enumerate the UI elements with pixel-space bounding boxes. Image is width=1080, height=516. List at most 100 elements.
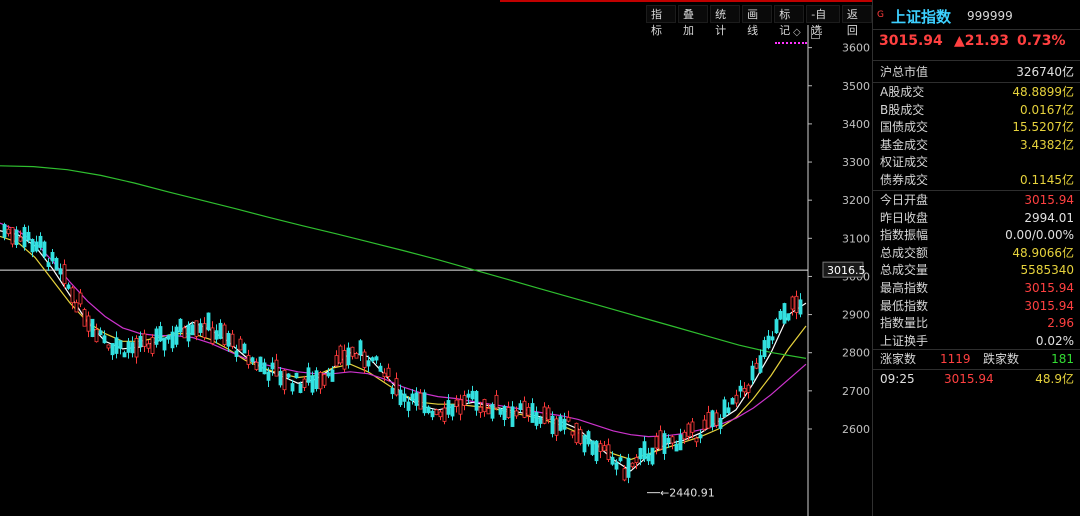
candle-body[interactable] — [290, 383, 295, 392]
candle-body[interactable] — [390, 388, 395, 395]
candle-body[interactable] — [710, 410, 715, 427]
candle-body[interactable] — [58, 268, 63, 275]
candle-body[interactable] — [206, 312, 211, 331]
candle-body[interactable] — [786, 313, 791, 321]
candle-body[interactable] — [450, 404, 455, 417]
candle-body[interactable] — [162, 337, 167, 351]
candle-body[interactable] — [218, 322, 223, 339]
candle-body[interactable] — [518, 403, 523, 410]
candle-body[interactable] — [466, 393, 471, 398]
candle-body[interactable] — [242, 343, 247, 354]
candle-body[interactable] — [410, 393, 415, 402]
candle-body[interactable] — [34, 241, 39, 252]
candle-body[interactable] — [698, 434, 703, 439]
candle-body[interactable] — [638, 448, 643, 460]
candle-body[interactable] — [214, 330, 219, 340]
candle-body[interactable] — [550, 415, 555, 435]
candle-body[interactable] — [606, 444, 611, 460]
candle-body[interactable] — [690, 421, 695, 433]
diamond-icon[interactable]: ◇ — [793, 27, 801, 38]
candle-body[interactable] — [190, 324, 195, 336]
candle-body[interactable] — [270, 362, 275, 370]
candle-body[interactable] — [430, 410, 435, 418]
candle-body[interactable] — [738, 385, 743, 392]
candle-body[interactable] — [478, 406, 483, 413]
candle-body[interactable] — [506, 407, 511, 418]
kline-chart[interactable]: 3600350034003300320031003000290028002700… — [0, 0, 872, 516]
candle-body[interactable] — [222, 324, 227, 345]
candle-body[interactable] — [54, 257, 59, 270]
candle-body[interactable] — [230, 333, 235, 347]
candle-body[interactable] — [322, 374, 327, 386]
candle-body[interactable] — [678, 434, 683, 451]
candle-body[interactable] — [70, 287, 75, 304]
candle-body[interactable] — [182, 327, 187, 339]
candle-body[interactable] — [554, 418, 559, 436]
candle-body[interactable] — [170, 331, 175, 349]
candle-body[interactable] — [658, 430, 663, 450]
candle-body[interactable] — [378, 365, 383, 372]
candle-body[interactable] — [362, 351, 367, 368]
candle-body[interactable] — [202, 323, 207, 338]
candle-body[interactable] — [562, 418, 567, 430]
candle-body[interactable] — [474, 391, 479, 411]
candle-body[interactable] — [74, 302, 79, 313]
candle-body[interactable] — [494, 394, 499, 409]
candle-body[interactable] — [294, 372, 299, 379]
candle-body[interactable] — [338, 345, 343, 364]
index-name[interactable]: 上证指数 — [891, 6, 951, 27]
candle-body[interactable] — [754, 362, 759, 369]
candle-body[interactable] — [578, 429, 583, 444]
overlay-button[interactable]: 叠加 — [678, 5, 709, 37]
candle-body[interactable] — [102, 335, 107, 344]
candle-body[interactable] — [670, 436, 675, 444]
candle-body[interactable] — [134, 338, 139, 358]
candle-body[interactable] — [714, 412, 719, 426]
candle-body[interactable] — [782, 303, 787, 324]
candle-body[interactable] — [14, 229, 19, 246]
candle-body[interactable] — [274, 359, 279, 377]
candle-body[interactable] — [342, 350, 347, 370]
candle-body[interactable] — [570, 431, 575, 436]
candle-body[interactable] — [454, 399, 459, 407]
candle-body[interactable] — [90, 318, 95, 338]
statistics-button[interactable]: 统计 — [710, 5, 741, 37]
candle-body[interactable] — [574, 422, 579, 444]
candle-body[interactable] — [582, 435, 587, 453]
candle-body[interactable] — [426, 406, 431, 414]
candle-body[interactable] — [118, 340, 123, 349]
candle-body[interactable] — [258, 356, 263, 372]
candle-body[interactable] — [770, 336, 775, 341]
candle-body[interactable] — [534, 412, 539, 426]
candle-body[interactable] — [558, 416, 563, 431]
candle-body[interactable] — [438, 411, 443, 418]
candle-body[interactable] — [514, 410, 519, 417]
candle-body[interactable] — [382, 372, 387, 378]
candle-body[interactable] — [654, 436, 659, 449]
candle-body[interactable] — [282, 369, 287, 391]
candle-body[interactable] — [22, 226, 27, 248]
candle-body[interactable] — [726, 407, 731, 414]
candle-body[interactable] — [262, 362, 267, 375]
candle-body[interactable] — [610, 456, 615, 465]
candle-body[interactable] — [46, 262, 51, 267]
candle-body[interactable] — [158, 326, 163, 342]
candle-body[interactable] — [186, 324, 191, 342]
candle-body[interactable] — [166, 335, 171, 340]
candle-body[interactable] — [6, 228, 11, 235]
candle-body[interactable] — [78, 292, 83, 305]
candle-body[interactable] — [446, 400, 451, 415]
candle-body[interactable] — [686, 423, 691, 437]
candle-body[interactable] — [442, 407, 447, 422]
candle-body[interactable] — [370, 357, 375, 362]
candle-body[interactable] — [130, 342, 135, 354]
candle-body[interactable] — [86, 315, 91, 332]
candle-body[interactable] — [94, 329, 99, 343]
candle-body[interactable] — [718, 417, 723, 429]
candle-body[interactable] — [758, 355, 763, 373]
candle-body[interactable] — [326, 372, 331, 377]
candle-body[interactable] — [350, 346, 355, 357]
candle-body[interactable] — [266, 371, 271, 381]
candle-body[interactable] — [330, 369, 335, 382]
candle-body[interactable] — [598, 443, 603, 452]
